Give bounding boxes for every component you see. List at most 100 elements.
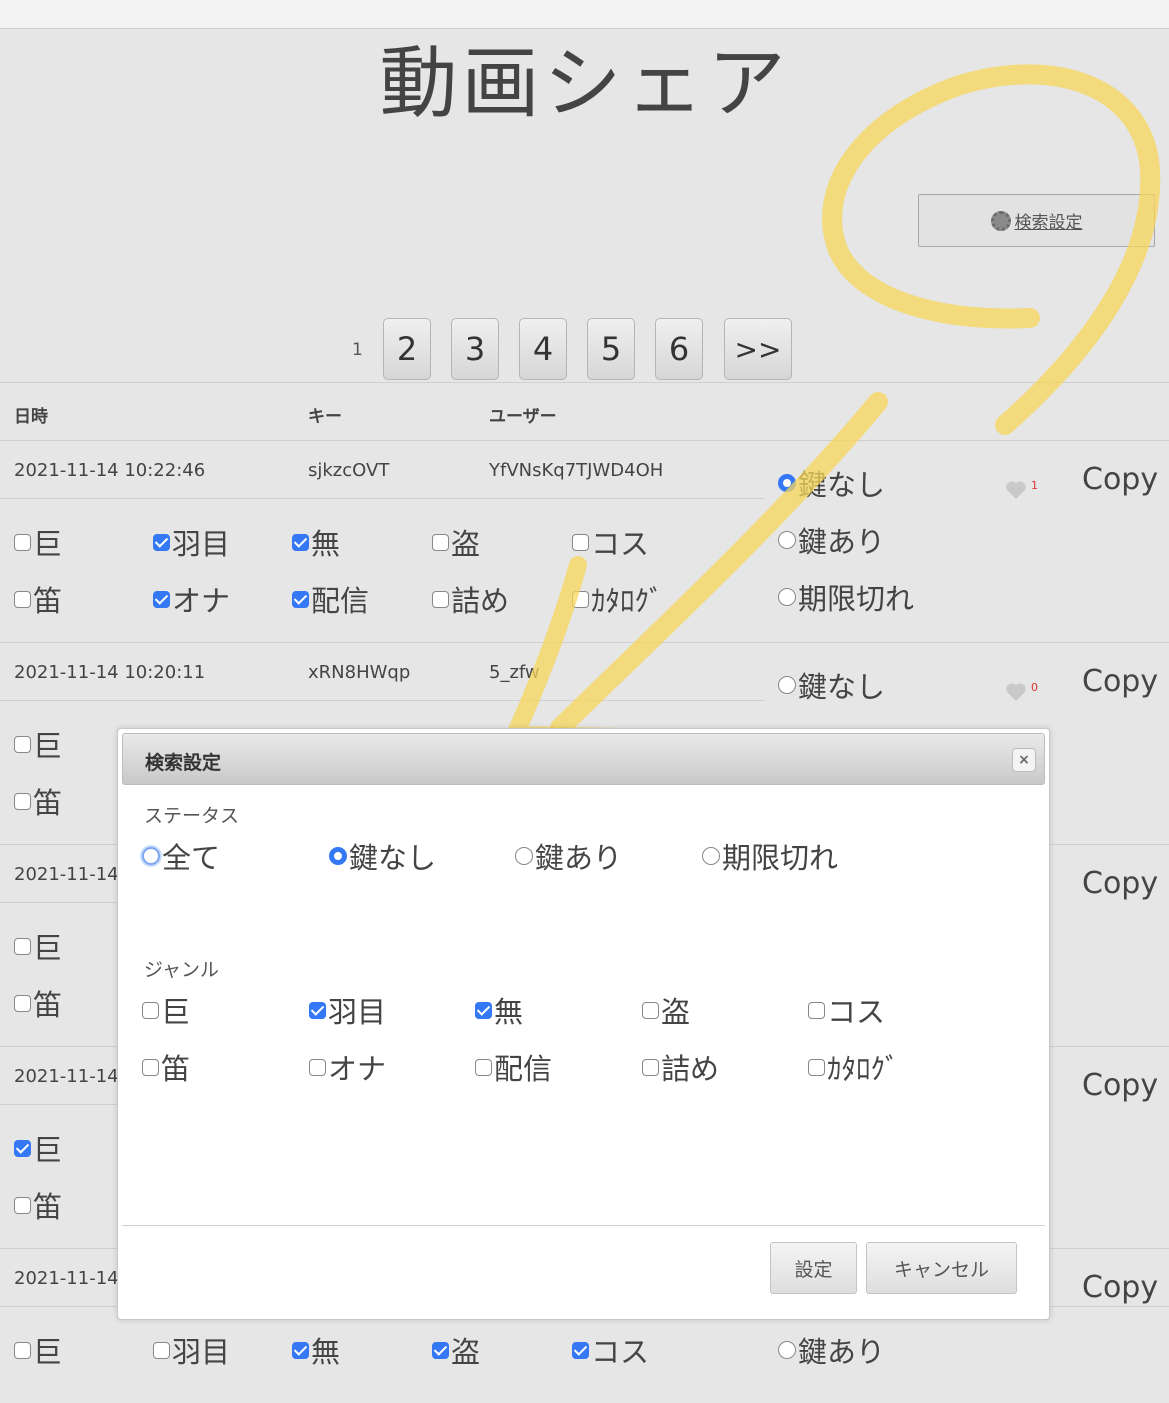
status-option-expired[interactable]: 期限切れ — [702, 835, 838, 877]
checkbox-checked[interactable] — [153, 590, 170, 608]
option-label: 鍵なし — [798, 468, 886, 502]
apply-button[interactable]: 設定 — [770, 1242, 857, 1294]
row-status-option[interactable]: 鍵なし — [778, 462, 885, 504]
checkbox[interactable] — [14, 792, 31, 810]
radio[interactable] — [515, 847, 533, 865]
checkbox[interactable] — [14, 533, 31, 551]
genre-option[interactable]: 盗 — [642, 989, 690, 1031]
checkbox[interactable] — [572, 590, 589, 608]
genre-option[interactable]: 盗 — [432, 521, 480, 563]
checkbox[interactable] — [309, 1058, 326, 1076]
row-status-option[interactable]: 鍵あり — [778, 1329, 885, 1371]
heart-icon[interactable] — [1004, 680, 1028, 704]
checkbox[interactable] — [642, 1001, 659, 1019]
genre-option[interactable]: 笛 — [14, 1184, 62, 1226]
status-option-locked[interactable]: 鍵あり — [515, 835, 622, 877]
cancel-button[interactable]: キャンセル — [866, 1242, 1017, 1294]
radio[interactable] — [778, 676, 796, 694]
genre-option[interactable]: 巨 — [14, 925, 62, 967]
copy-button[interactable]: Copy — [1082, 462, 1158, 497]
radio[interactable] — [778, 588, 796, 606]
radio[interactable] — [778, 531, 796, 549]
genre-option[interactable]: 巨 — [14, 1329, 62, 1371]
search-settings-button[interactable]: 検索設定 — [918, 194, 1155, 247]
option-label: コス — [591, 1335, 650, 1369]
page-button-4[interactable]: 4 — [519, 318, 567, 380]
copy-button[interactable]: Copy — [1082, 664, 1158, 699]
checkbox[interactable] — [642, 1058, 659, 1076]
checkbox-checked[interactable] — [292, 590, 309, 608]
radio[interactable] — [142, 847, 160, 865]
genre-option[interactable]: 羽目 — [153, 1329, 230, 1371]
checkbox[interactable] — [14, 735, 31, 753]
checkbox-checked[interactable] — [292, 533, 309, 551]
page-button-6[interactable]: 6 — [655, 318, 703, 380]
checkbox[interactable] — [808, 1001, 825, 1019]
page-button-3[interactable]: 3 — [451, 318, 499, 380]
radio[interactable] — [778, 1341, 796, 1359]
genre-option[interactable]: 巨 — [14, 1127, 62, 1169]
genre-option[interactable]: 羽目 — [153, 521, 230, 563]
genre-option[interactable]: 笛 — [14, 578, 62, 620]
checkbox-checked[interactable] — [572, 1341, 589, 1359]
genre-option[interactable]: 羽目 — [309, 989, 386, 1031]
row-status-option[interactable]: 鍵なし — [778, 664, 885, 706]
genre-option[interactable]: ｶﾀﾛｸﾞ — [808, 1046, 900, 1088]
genre-option[interactable]: 巨 — [14, 723, 62, 765]
genre-option[interactable]: 笛 — [142, 1046, 190, 1088]
genre-option[interactable]: コス — [572, 521, 649, 563]
genre-option[interactable]: 無 — [292, 521, 340, 563]
genre-option[interactable]: 笛 — [14, 982, 62, 1024]
checkbox[interactable] — [153, 1341, 170, 1359]
row-status-option[interactable]: 鍵あり — [778, 519, 885, 561]
checkbox[interactable] — [808, 1058, 825, 1076]
genre-option[interactable]: 無 — [475, 989, 523, 1031]
genre-option[interactable]: オナ — [153, 578, 230, 620]
genre-option[interactable]: 配信 — [292, 578, 369, 620]
checkbox-checked[interactable] — [14, 1139, 31, 1157]
radio-selected[interactable] — [778, 474, 796, 492]
genre-option[interactable]: 配信 — [475, 1046, 552, 1088]
page-button-5[interactable]: 5 — [587, 318, 635, 380]
checkbox[interactable] — [475, 1058, 492, 1076]
checkbox[interactable] — [432, 533, 449, 551]
next-page-button[interactable]: >> — [724, 318, 792, 380]
genre-option[interactable]: 巨 — [142, 989, 190, 1031]
checkbox[interactable] — [14, 937, 31, 955]
radio[interactable] — [702, 847, 720, 865]
checkbox-checked[interactable] — [292, 1341, 309, 1359]
genre-option[interactable]: 笛 — [14, 780, 62, 822]
checkbox[interactable] — [142, 1058, 159, 1076]
checkbox[interactable] — [14, 1341, 31, 1359]
heart-icon[interactable] — [1004, 478, 1028, 502]
status-option-all[interactable]: 全て — [142, 835, 220, 877]
checkbox[interactable] — [572, 533, 589, 551]
genre-option[interactable]: 盗 — [432, 1329, 480, 1371]
row-status-option[interactable]: 期限切れ — [778, 576, 914, 618]
status-option-unlocked[interactable]: 鍵なし — [329, 835, 436, 877]
checkbox-checked[interactable] — [432, 1341, 449, 1359]
checkbox-checked[interactable] — [475, 1001, 492, 1019]
checkbox[interactable] — [14, 1196, 31, 1214]
genre-option[interactable]: オナ — [309, 1046, 386, 1088]
checkbox-checked[interactable] — [309, 1001, 326, 1019]
genre-option[interactable]: 無 — [292, 1329, 340, 1371]
genre-option[interactable]: コス — [808, 989, 885, 1031]
page-button-2[interactable]: 2 — [383, 318, 431, 380]
checkbox[interactable] — [142, 1001, 159, 1019]
checkbox[interactable] — [14, 994, 31, 1012]
radio-selected[interactable] — [329, 847, 347, 865]
copy-button[interactable]: Copy — [1082, 1270, 1158, 1305]
copy-button[interactable]: Copy — [1082, 866, 1158, 901]
checkbox-checked[interactable] — [153, 533, 170, 551]
copy-button[interactable]: Copy — [1082, 1068, 1158, 1103]
checkbox[interactable] — [432, 590, 449, 608]
genre-option[interactable]: 詰め — [432, 578, 509, 620]
close-icon[interactable]: × — [1012, 748, 1036, 772]
genre-option[interactable]: 巨 — [14, 521, 62, 563]
genre-option[interactable]: コス — [572, 1329, 649, 1371]
genre-option[interactable]: 詰め — [642, 1046, 719, 1088]
checkbox[interactable] — [14, 590, 31, 608]
option-label: 巨 — [33, 729, 63, 763]
genre-option[interactable]: ｶﾀﾛｸﾞ — [572, 578, 664, 620]
